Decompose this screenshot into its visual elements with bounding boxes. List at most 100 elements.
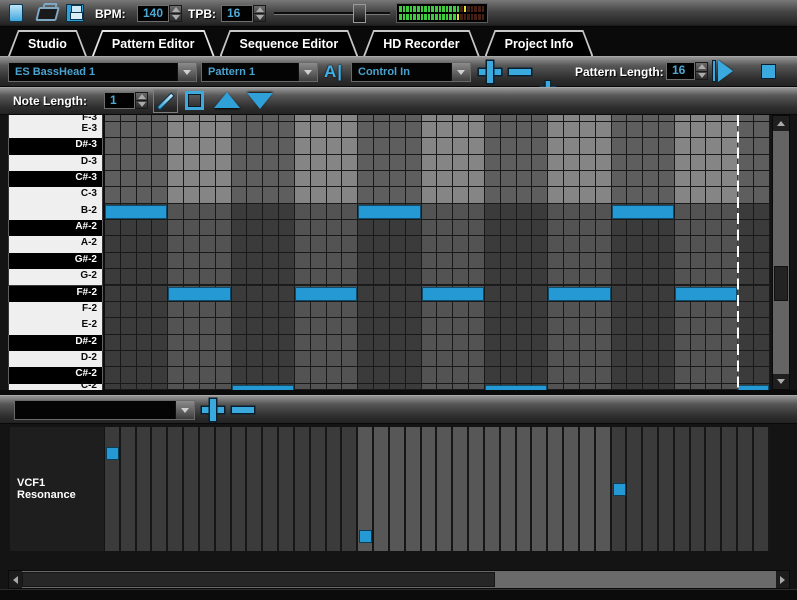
grid-cell[interactable] (184, 204, 200, 220)
grid-cell[interactable] (738, 220, 754, 236)
grid-cell[interactable] (422, 351, 438, 367)
grid-cell[interactable] (216, 171, 232, 187)
grid-cell[interactable] (247, 155, 263, 171)
grid-cell[interactable] (691, 351, 707, 367)
grid-cell[interactable] (659, 367, 675, 383)
grid-cell[interactable] (342, 236, 358, 252)
grid-cell[interactable] (406, 253, 422, 269)
grid-cell[interactable] (627, 286, 643, 302)
grid-cell[interactable] (627, 155, 643, 171)
grid-cell[interactable] (263, 236, 279, 252)
grid-cell[interactable] (437, 335, 453, 351)
grid-cell[interactable] (232, 115, 248, 122)
grid-cell[interactable] (485, 253, 501, 269)
grid-cell[interactable] (295, 367, 311, 383)
grid-cell[interactable] (390, 318, 406, 334)
grid-cell[interactable] (216, 367, 232, 383)
grid-cell[interactable] (675, 302, 691, 318)
grid-cell[interactable] (501, 187, 517, 203)
grid-cell[interactable] (722, 220, 738, 236)
grid-cell[interactable] (137, 138, 153, 154)
grid-cell[interactable] (406, 138, 422, 154)
grid-cell[interactable] (675, 253, 691, 269)
grid-cell[interactable] (754, 204, 770, 220)
grid-cell[interactable] (437, 115, 453, 122)
grid-cell[interactable] (342, 253, 358, 269)
grid-cell[interactable] (612, 122, 628, 138)
grid-cell[interactable] (406, 286, 422, 302)
grid-cell[interactable] (200, 351, 216, 367)
grid-cell[interactable] (406, 220, 422, 236)
grid-cell[interactable] (422, 138, 438, 154)
grid-cell[interactable] (564, 269, 580, 285)
piano-key-e-2[interactable]: E-2 (8, 318, 103, 335)
grid-cell[interactable] (216, 155, 232, 171)
grid-cell[interactable] (216, 220, 232, 236)
grid-cell[interactable] (691, 318, 707, 334)
grid-cell[interactable] (295, 115, 311, 122)
play-button[interactable] (712, 60, 733, 82)
grid-cell[interactable] (691, 269, 707, 285)
grid-cell[interactable] (691, 204, 707, 220)
grid-cell[interactable] (596, 335, 612, 351)
grid-cell[interactable] (358, 367, 374, 383)
grid-cell[interactable] (168, 367, 184, 383)
grid-cell[interactable] (532, 204, 548, 220)
grid-cell[interactable] (612, 220, 628, 236)
grid-cell[interactable] (342, 204, 358, 220)
piano-key-d-3[interactable]: D#-3 (8, 138, 103, 155)
grid-cell[interactable] (311, 335, 327, 351)
grid-cell[interactable] (659, 171, 675, 187)
automation-cell[interactable] (247, 427, 261, 551)
grid-cell[interactable] (311, 122, 327, 138)
grid-cell[interactable] (754, 351, 770, 367)
grid-cell[interactable] (390, 236, 406, 252)
grid-cell[interactable] (137, 335, 153, 351)
grid-cell[interactable] (517, 138, 533, 154)
grid-cell[interactable] (263, 269, 279, 285)
grid-cell[interactable] (501, 138, 517, 154)
grid-cell[interactable] (137, 286, 153, 302)
grid-cell[interactable] (501, 155, 517, 171)
grid-cell[interactable] (548, 367, 564, 383)
grid-cell[interactable] (342, 318, 358, 334)
grid-cell[interactable] (390, 171, 406, 187)
automation-cell[interactable] (754, 427, 768, 551)
grid-cell[interactable] (548, 138, 564, 154)
grid-cell[interactable] (501, 171, 517, 187)
grid-cell[interactable] (374, 302, 390, 318)
grid-cell[interactable] (105, 253, 121, 269)
grid-cell[interactable] (152, 367, 168, 383)
grid-cell[interactable] (232, 351, 248, 367)
grid-cell[interactable] (263, 253, 279, 269)
grid-cell[interactable] (612, 155, 628, 171)
grid-cell[interactable] (342, 220, 358, 236)
grid-cell[interactable] (564, 318, 580, 334)
grid-cell[interactable] (152, 122, 168, 138)
grid-cell[interactable] (627, 367, 643, 383)
grid-cell[interactable] (121, 253, 137, 269)
grid-cell[interactable] (643, 115, 659, 122)
piano-key-e-3[interactable]: E-3 (8, 122, 103, 139)
grid-cell[interactable] (532, 253, 548, 269)
grid-cell[interactable] (659, 253, 675, 269)
automation-cell[interactable] (342, 427, 356, 551)
grid-cell[interactable] (390, 286, 406, 302)
grid-cell[interactable] (596, 367, 612, 383)
grid-cell[interactable] (152, 253, 168, 269)
grid-cell[interactable] (200, 253, 216, 269)
grid-cell[interactable] (532, 318, 548, 334)
grid-cell[interactable] (754, 171, 770, 187)
tab-project-info[interactable]: Project Info (485, 30, 594, 56)
grid-cell[interactable] (437, 171, 453, 187)
grid-cell[interactable] (596, 122, 612, 138)
automation-cell[interactable] (311, 427, 325, 551)
automation-cell[interactable] (137, 427, 151, 551)
automation-cell[interactable] (263, 427, 277, 551)
grid-cell[interactable] (548, 155, 564, 171)
grid-cell[interactable] (263, 286, 279, 302)
grid-cell[interactable] (152, 138, 168, 154)
pattern-length-spinner[interactable] (695, 62, 708, 80)
chevron-down-icon[interactable] (175, 401, 194, 419)
grid-cell[interactable] (390, 122, 406, 138)
